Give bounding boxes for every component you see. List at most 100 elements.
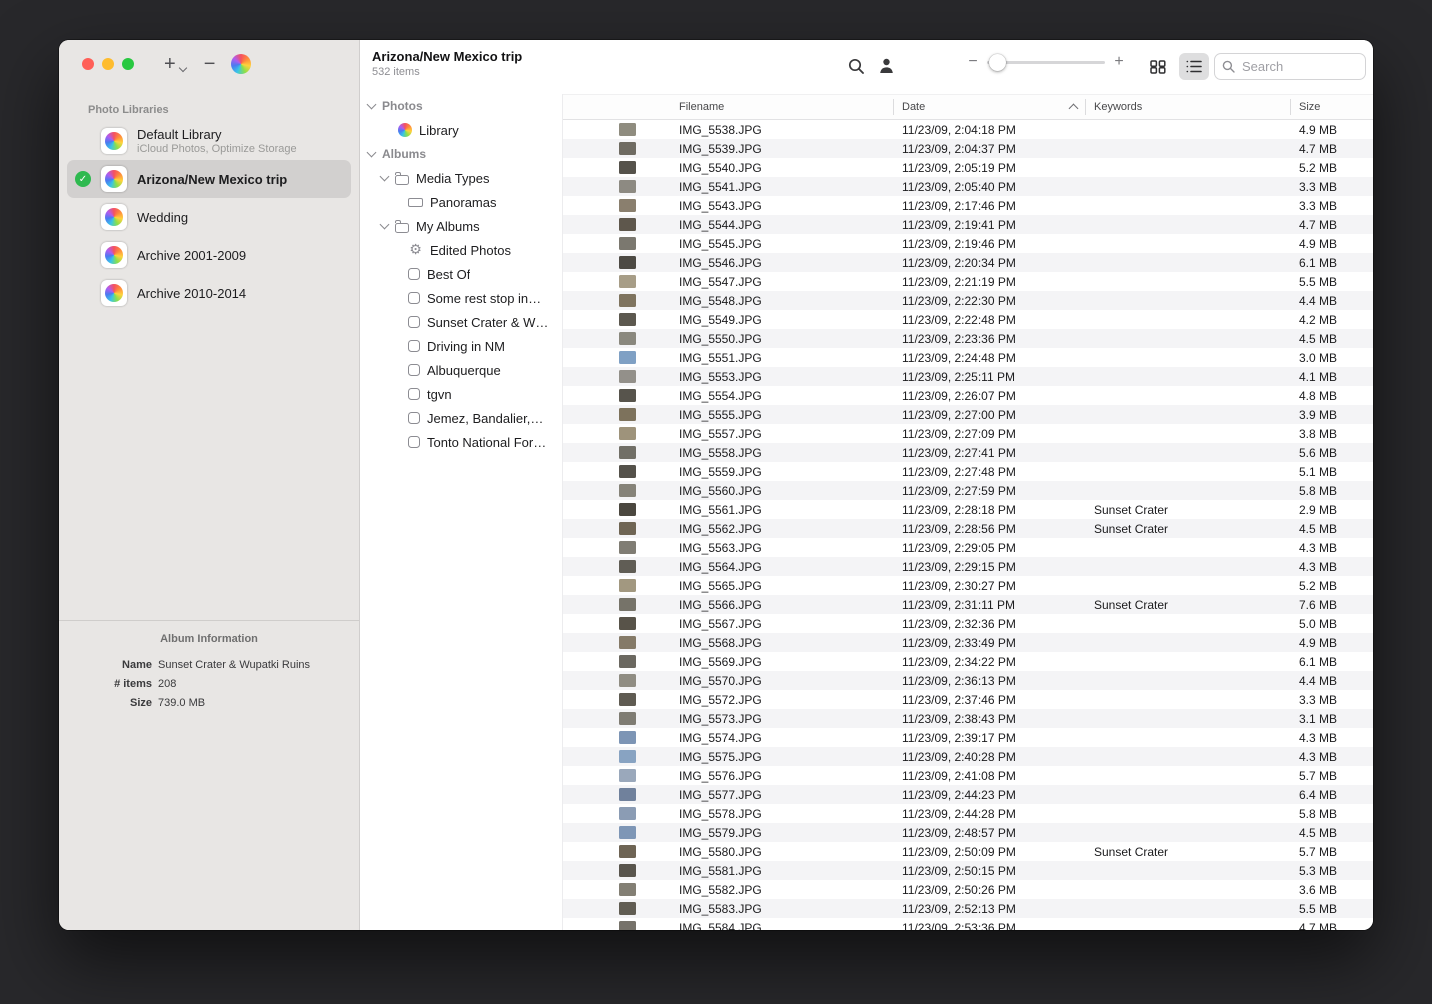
- zoom-slider-track[interactable]: [987, 61, 1105, 64]
- table-row[interactable]: IMG_5583.JPG 11/23/09, 2:52:13 PM 5.5 MB: [563, 899, 1373, 918]
- table-row[interactable]: IMG_5545.JPG 11/23/09, 2:19:46 PM 4.9 MB: [563, 234, 1373, 253]
- table-row[interactable]: IMG_5547.JPG 11/23/09, 2:21:19 PM 5.5 MB: [563, 272, 1373, 291]
- table-row[interactable]: IMG_5582.JPG 11/23/09, 2:50:26 PM 3.6 MB: [563, 880, 1373, 899]
- table-row[interactable]: IMG_5557.JPG 11/23/09, 2:27:09 PM 3.8 MB: [563, 424, 1373, 443]
- photo-thumbnail: [619, 636, 636, 649]
- plus-icon: +: [164, 54, 176, 74]
- cell-filename: IMG_5543.JPG: [671, 199, 894, 213]
- table-row[interactable]: IMG_5541.JPG 11/23/09, 2:05:40 PM 3.3 MB: [563, 177, 1373, 196]
- library-item[interactable]: Wedding: [67, 198, 351, 236]
- table-row[interactable]: IMG_5550.JPG 11/23/09, 2:23:36 PM 4.5 MB: [563, 329, 1373, 348]
- table-row[interactable]: IMG_5551.JPG 11/23/09, 2:24:48 PM 3.0 MB: [563, 348, 1373, 367]
- column-date[interactable]: Date: [894, 95, 1086, 119]
- table-row[interactable]: IMG_5546.JPG 11/23/09, 2:20:34 PM 6.1 MB: [563, 253, 1373, 272]
- library-item[interactable]: Arizona/New Mexico trip: [67, 160, 351, 198]
- table-row[interactable]: IMG_5572.JPG 11/23/09, 2:37:46 PM 3.3 MB: [563, 690, 1373, 709]
- column-thumbnail[interactable]: [563, 95, 671, 119]
- table-row[interactable]: IMG_5576.JPG 11/23/09, 2:41:08 PM 5.7 MB: [563, 766, 1373, 785]
- tree-item[interactable]: Jemez, Bandalier,…: [362, 406, 560, 430]
- table-row[interactable]: IMG_5558.JPG 11/23/09, 2:27:41 PM 5.6 MB: [563, 443, 1373, 462]
- fullscreen-button[interactable]: [122, 58, 134, 70]
- tree-item[interactable]: Albums: [362, 142, 560, 166]
- cell-filename: IMG_5574.JPG: [671, 731, 894, 745]
- column-filename[interactable]: Filename: [671, 95, 894, 119]
- table-row[interactable]: IMG_5578.JPG 11/23/09, 2:44:28 PM 5.8 MB: [563, 804, 1373, 823]
- library-item[interactable]: Archive 2010-2014: [67, 274, 351, 312]
- grid-view-button[interactable]: [1143, 53, 1173, 80]
- table-row[interactable]: IMG_5540.JPG 11/23/09, 2:05:19 PM 5.2 MB: [563, 158, 1373, 177]
- person-button[interactable]: [873, 53, 899, 79]
- column-size[interactable]: Size: [1291, 95, 1373, 119]
- tree-item[interactable]: Some rest stop in…: [362, 286, 560, 310]
- table-row[interactable]: IMG_5554.JPG 11/23/09, 2:26:07 PM 4.8 MB: [563, 386, 1373, 405]
- photo-thumbnail: [619, 389, 636, 402]
- cell-size: 4.5 MB: [1291, 522, 1373, 536]
- album-info-row: Size 739.0 MB: [59, 697, 359, 709]
- tree-item[interactable]: tgvn: [362, 382, 560, 406]
- table-row[interactable]: IMG_5568.JPG 11/23/09, 2:33:49 PM 4.9 MB: [563, 633, 1373, 652]
- table-row[interactable]: IMG_5564.JPG 11/23/09, 2:29:15 PM 4.3 MB: [563, 557, 1373, 576]
- table-row[interactable]: IMG_5548.JPG 11/23/09, 2:22:30 PM 4.4 MB: [563, 291, 1373, 310]
- tree-item[interactable]: Photos: [362, 94, 560, 118]
- column-keywords[interactable]: Keywords: [1086, 95, 1291, 119]
- table-row[interactable]: IMG_5543.JPG 11/23/09, 2:17:46 PM 3.3 MB: [563, 196, 1373, 215]
- cell-filename: IMG_5572.JPG: [671, 693, 894, 707]
- tree-item[interactable]: Library: [362, 118, 560, 142]
- cell-date: 11/23/09, 2:37:46 PM: [894, 693, 1086, 707]
- tree-item[interactable]: Sunset Crater & W…: [362, 310, 560, 334]
- cell-date: 11/23/09, 2:29:05 PM: [894, 541, 1086, 555]
- table-row[interactable]: IMG_5560.JPG 11/23/09, 2:27:59 PM 5.8 MB: [563, 481, 1373, 500]
- table-row[interactable]: IMG_5565.JPG 11/23/09, 2:30:27 PM 5.2 MB: [563, 576, 1373, 595]
- table-row[interactable]: IMG_5566.JPG 11/23/09, 2:31:11 PM Sunset…: [563, 595, 1373, 614]
- table-row[interactable]: IMG_5544.JPG 11/23/09, 2:19:41 PM 4.7 MB: [563, 215, 1373, 234]
- library-item[interactable]: Default Library iCloud Photos, Optimize …: [67, 122, 351, 160]
- tree-item[interactable]: Best Of: [362, 262, 560, 286]
- table-row[interactable]: IMG_5563.JPG 11/23/09, 2:29:05 PM 4.3 MB: [563, 538, 1373, 557]
- table-row[interactable]: IMG_5553.JPG 11/23/09, 2:25:11 PM 4.1 MB: [563, 367, 1373, 386]
- table-row[interactable]: IMG_5555.JPG 11/23/09, 2:27:00 PM 3.9 MB: [563, 405, 1373, 424]
- zoom-slider-knob[interactable]: [989, 54, 1006, 71]
- tree-item[interactable]: Media Types: [362, 166, 560, 190]
- list-view-button[interactable]: [1179, 53, 1209, 80]
- tree-item[interactable]: Albuquerque: [362, 358, 560, 382]
- tree-item[interactable]: Edited Photos: [362, 238, 560, 262]
- tree-item[interactable]: Driving in NM: [362, 334, 560, 358]
- tree-item[interactable]: My Albums: [362, 214, 560, 238]
- table-row[interactable]: IMG_5573.JPG 11/23/09, 2:38:43 PM 3.1 MB: [563, 709, 1373, 728]
- table-row[interactable]: IMG_5569.JPG 11/23/09, 2:34:22 PM 6.1 MB: [563, 652, 1373, 671]
- cell-date: 11/23/09, 2:04:18 PM: [894, 123, 1086, 137]
- table-row[interactable]: IMG_5580.JPG 11/23/09, 2:50:09 PM Sunset…: [563, 842, 1373, 861]
- zoom-in-icon[interactable]: [1113, 54, 1125, 70]
- add-library-button[interactable]: +: [164, 54, 186, 74]
- library-subtitle: iCloud Photos, Optimize Storage: [137, 143, 297, 155]
- magnifier-circle-button[interactable]: [843, 53, 869, 79]
- minimize-button[interactable]: [102, 58, 114, 70]
- close-button[interactable]: [82, 58, 94, 70]
- table-row[interactable]: IMG_5584.JPG 11/23/09, 2:53:36 PM 4.7 MB: [563, 918, 1373, 930]
- table-row[interactable]: IMG_5567.JPG 11/23/09, 2:32:36 PM 5.0 MB: [563, 614, 1373, 633]
- tree-item[interactable]: Tonto National For…: [362, 430, 560, 454]
- table-row[interactable]: IMG_5570.JPG 11/23/09, 2:36:13 PM 4.4 MB: [563, 671, 1373, 690]
- search-field[interactable]: [1214, 53, 1366, 80]
- zoom-out-icon[interactable]: [967, 54, 979, 70]
- photos-pinwheel-icon: [105, 132, 123, 150]
- table-row[interactable]: IMG_5562.JPG 11/23/09, 2:28:56 PM Sunset…: [563, 519, 1373, 538]
- table-row[interactable]: IMG_5574.JPG 11/23/09, 2:39:17 PM 4.3 MB: [563, 728, 1373, 747]
- table-row[interactable]: IMG_5575.JPG 11/23/09, 2:40:28 PM 4.3 MB: [563, 747, 1373, 766]
- library-item[interactable]: Archive 2001-2009: [67, 236, 351, 274]
- pano-icon: [408, 198, 423, 207]
- table-row[interactable]: IMG_5581.JPG 11/23/09, 2:50:15 PM 5.3 MB: [563, 861, 1373, 880]
- table-row[interactable]: IMG_5577.JPG 11/23/09, 2:44:23 PM 6.4 MB: [563, 785, 1373, 804]
- tree-item[interactable]: Panoramas: [362, 190, 560, 214]
- table-row[interactable]: IMG_5538.JPG 11/23/09, 2:04:18 PM 4.9 MB: [563, 120, 1373, 139]
- table-row[interactable]: IMG_5549.JPG 11/23/09, 2:22:48 PM 4.2 MB: [563, 310, 1373, 329]
- open-in-photos-button[interactable]: [231, 54, 251, 74]
- table-row[interactable]: IMG_5561.JPG 11/23/09, 2:28:18 PM Sunset…: [563, 500, 1373, 519]
- search-input[interactable]: [1240, 58, 1358, 75]
- table-row[interactable]: IMG_5579.JPG 11/23/09, 2:48:57 PM 4.5 MB: [563, 823, 1373, 842]
- cell-date: 11/23/09, 2:34:22 PM: [894, 655, 1086, 669]
- photo-table: Filename Date Keywords Size: [563, 94, 1373, 930]
- table-row[interactable]: IMG_5539.JPG 11/23/09, 2:04:37 PM 4.7 MB: [563, 139, 1373, 158]
- table-row[interactable]: IMG_5559.JPG 11/23/09, 2:27:48 PM 5.1 MB: [563, 462, 1373, 481]
- remove-library-button[interactable]: −: [204, 54, 216, 74]
